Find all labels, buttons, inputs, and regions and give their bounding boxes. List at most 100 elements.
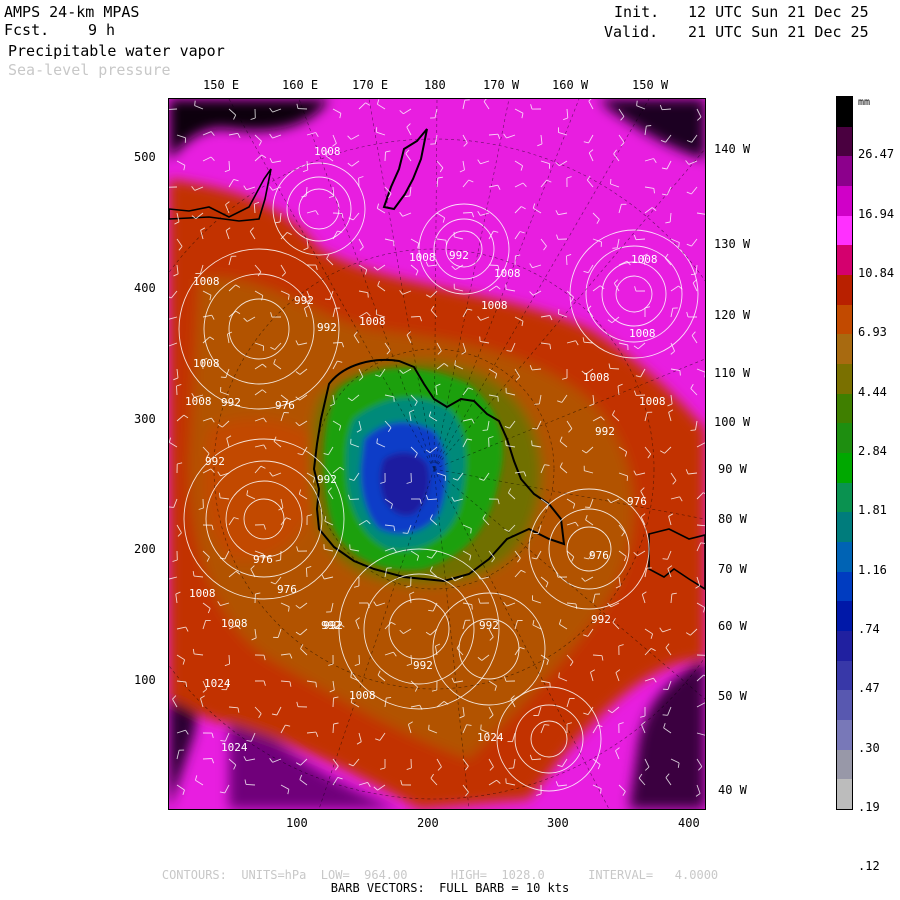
precipitable-water-map: 1008 1008 1008 1008 1008 1008 1008 1008 … xyxy=(168,98,706,810)
valid-label: Valid. xyxy=(604,23,659,41)
wind-barb-flag xyxy=(480,724,482,730)
colorbar-label: 4.44 xyxy=(858,384,887,399)
y-tick-label: 100 xyxy=(134,673,156,687)
pressure-label: 1008 xyxy=(494,267,521,280)
y-tick-label: 400 xyxy=(134,281,156,295)
right-longitude-label: 100 W xyxy=(714,415,751,429)
wind-barb-flag xyxy=(679,370,681,376)
wind-barb-flag xyxy=(544,724,550,726)
pressure-label: 1008 xyxy=(189,587,216,600)
colorbar-segment xyxy=(837,660,852,691)
wind-barb xyxy=(410,654,413,665)
top-longitude-label: 150 E xyxy=(203,78,240,92)
pressure-label: 1008 xyxy=(359,315,386,328)
pressure-label: 1008 xyxy=(193,275,220,288)
colorbar-label: .74 xyxy=(858,622,880,636)
forecast-hour-value: 9 h xyxy=(88,21,116,39)
init-label: Init. xyxy=(614,3,660,21)
top-longitude-label: 170 E xyxy=(352,78,389,92)
colorbar-segment xyxy=(837,393,852,424)
colorbar-segment xyxy=(837,245,852,276)
right-longitude-label: 90 W xyxy=(718,462,747,476)
wind-barb xyxy=(245,783,256,786)
pressure-label: 1008 xyxy=(639,395,666,408)
pressure-label: 1024 xyxy=(477,731,504,744)
wind-barb xyxy=(565,255,568,266)
wind-barb-flag xyxy=(402,532,408,534)
colorbar-segment xyxy=(837,97,852,127)
colorbar-units: mm xyxy=(858,97,871,108)
wind-barb-flag xyxy=(169,506,174,508)
pressure-label: 1008 xyxy=(185,395,212,408)
right-longitude-label: 80 W xyxy=(718,512,747,526)
colorbar-segment xyxy=(837,482,852,513)
colorbar-segment xyxy=(837,571,852,602)
pressure-label: 992 xyxy=(323,619,343,632)
colorbar-label: 1.16 xyxy=(858,562,887,577)
wind-barb-flag xyxy=(690,429,696,431)
colorbar-segment xyxy=(837,215,852,246)
colorbar-segment xyxy=(837,364,852,394)
pressure-label: 992 xyxy=(449,249,469,262)
colorbar-segment xyxy=(837,631,852,661)
wind-barb-flag xyxy=(612,247,618,249)
right-longitude-label: 60 W xyxy=(718,619,747,633)
colorbar-label: .19 xyxy=(858,800,880,814)
pressure-label: 992 xyxy=(413,659,433,672)
wind-barb-flag xyxy=(662,558,668,560)
right-longitude-label: 130 W xyxy=(714,237,751,251)
colorbar xyxy=(836,96,853,810)
wind-barb-flag xyxy=(636,100,638,106)
wind-barb xyxy=(488,264,499,266)
right-longitude-label: 50 W xyxy=(718,689,747,703)
top-longitude-label: 180 xyxy=(424,78,446,92)
wind-barb xyxy=(202,758,213,760)
colorbar-label: .47 xyxy=(858,681,880,696)
colorbar-segment xyxy=(837,720,852,750)
map-canvas: 1008 1008 1008 1008 1008 1008 1008 1008 … xyxy=(169,99,705,809)
wind-barb-flag xyxy=(482,429,488,431)
pressure-label: 1008 xyxy=(481,299,508,312)
wind-barb xyxy=(609,367,620,370)
pressure-label: 1008 xyxy=(221,617,248,630)
colorbar-segment xyxy=(837,334,852,365)
top-longitude-label: 170 W xyxy=(483,78,520,92)
pressure-label: 992 xyxy=(479,619,499,632)
wind-barb-flag xyxy=(646,125,652,127)
pressure-label: 992 xyxy=(317,321,337,334)
wind-barb-flag xyxy=(505,440,507,446)
wind-barb-flag xyxy=(428,724,430,730)
colorbar-label: 1.81 xyxy=(858,503,887,518)
wind-barb-flag xyxy=(194,100,196,106)
colorbar-label: 26.47 xyxy=(858,147,895,162)
wind-barb xyxy=(228,160,231,171)
colorbar-segment xyxy=(837,542,852,572)
y-tick-label: 500 xyxy=(134,150,156,164)
colorbar-segment xyxy=(837,304,852,335)
pressure-label: 992 xyxy=(205,455,225,468)
colorbar-label: 10.84 xyxy=(858,266,895,280)
barb-vectors-info: BARB VECTORS: FULL BARB = 10 kts xyxy=(330,881,570,895)
colorbar-segment xyxy=(837,453,852,483)
model-title: AMPS 24-km MPAS xyxy=(4,3,140,21)
colorbar-segment xyxy=(837,512,852,543)
colorbar-label: 2.84 xyxy=(858,444,887,458)
secondary-field-title: Sea-level pressure xyxy=(8,61,171,79)
wind-barb-flag xyxy=(549,682,551,688)
pressure-label: 976 xyxy=(277,583,297,596)
right-longitude-label: 140 W xyxy=(714,142,751,156)
wind-barb xyxy=(332,697,334,708)
wind-barb-flag xyxy=(531,440,533,446)
colorbar-segment xyxy=(837,749,852,780)
wind-barb xyxy=(462,212,473,214)
wind-barb-flag xyxy=(653,188,655,194)
colorbar-segment xyxy=(837,126,852,157)
wind-barb xyxy=(410,315,421,318)
right-longitude-label: 70 W xyxy=(718,562,747,576)
pressure-label: 1008 xyxy=(629,327,656,340)
wind-barb xyxy=(384,151,386,162)
wind-barb xyxy=(358,654,360,665)
pressure-label: 1024 xyxy=(221,741,248,754)
wind-barb xyxy=(228,654,231,665)
colorbar-segment xyxy=(837,690,852,721)
